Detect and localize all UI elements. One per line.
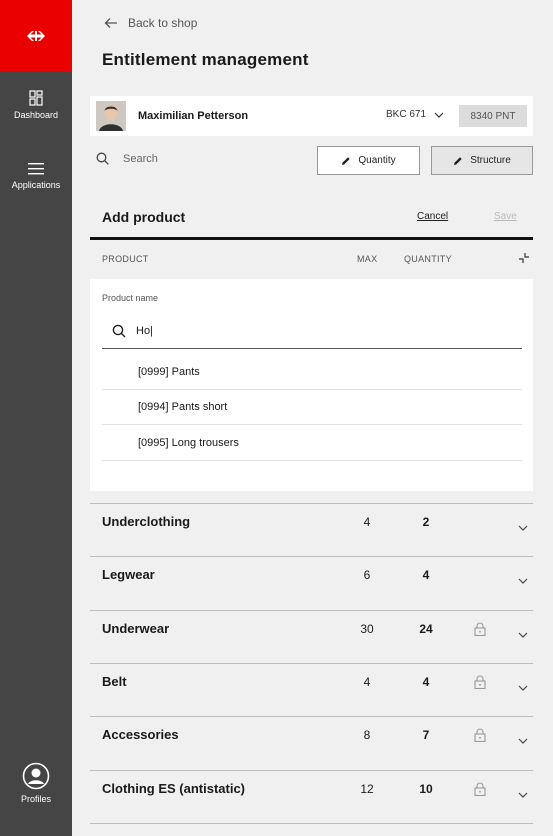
chevron-down-icon: [518, 738, 528, 744]
category-row[interactable]: Clothing ES (antistatic) 12 10: [90, 770, 533, 823]
category-max: 8: [363, 728, 371, 742]
avatar-image: [96, 101, 126, 131]
back-link-label: Back to shop: [128, 16, 198, 30]
category-row[interactable]: Underwear 30 24: [90, 610, 533, 663]
lock-indicator: [474, 675, 486, 694]
lock-indicator: [474, 728, 486, 747]
suggestion-item[interactable]: [0995] Long trousers: [102, 426, 522, 461]
lock-icon: [474, 728, 486, 743]
user-name: Maximilian Petterson: [138, 110, 249, 122]
lock-icon: [474, 782, 486, 797]
expand-toggle[interactable]: [518, 571, 528, 589]
category-row[interactable]: Belt 4 4: [90, 663, 533, 716]
structure-button[interactable]: Structure: [431, 146, 533, 175]
lock-indicator: [474, 622, 486, 641]
expand-toggle[interactable]: [518, 518, 528, 536]
category-name: Clothing ES (antistatic): [102, 781, 245, 796]
back-link[interactable]: Back to shop: [104, 16, 197, 30]
sidebar-item-label: Profiles: [20, 794, 51, 804]
category-row[interactable]: Legwear 6 4: [90, 556, 533, 609]
product-search-panel: Product name Ho| [0999] Pants [0994] Pan…: [90, 279, 533, 491]
category-name: Belt: [102, 674, 127, 689]
category-quantity: 4: [422, 675, 430, 689]
expand-toggle[interactable]: [518, 625, 528, 643]
chevron-down-icon: [518, 632, 528, 638]
structure-button-label: Structure: [470, 155, 511, 166]
pencil-icon: [454, 156, 462, 165]
lock-indicator: [474, 782, 486, 801]
category-name: Underclothing: [102, 514, 191, 529]
expand-toggle[interactable]: [518, 731, 528, 749]
category-row[interactable]: Accessories 8 7: [90, 716, 533, 769]
page-title: Entitlement management: [102, 50, 309, 69]
category-max: 4: [363, 675, 371, 689]
category-quantity: 4: [422, 568, 430, 582]
menu-icon: [28, 163, 44, 175]
table-header: PRODUCT MAX QUANTITY: [90, 248, 533, 270]
dashboard-icon: [29, 90, 43, 106]
column-header-max: MAX: [357, 254, 378, 264]
category-max: 12: [360, 782, 374, 796]
panel-title: Add product: [102, 209, 186, 225]
search-icon: [96, 152, 109, 165]
chevron-down-icon: [518, 578, 528, 584]
sidebar-item-dashboard[interactable]: Dashboard: [0, 90, 72, 120]
column-header-quantity: QUANTITY: [404, 254, 452, 264]
quantity-button-label: Quantity: [358, 155, 396, 166]
panel-header: Add product Cancel Save: [90, 198, 533, 240]
cost-center-value: BKC 671: [386, 109, 427, 120]
user-card: Maximilian Petterson BKC 671 8340 PNT: [90, 96, 533, 136]
sidebar-item-label: Dashboard: [13, 110, 59, 120]
expand-toggle[interactable]: [518, 785, 528, 803]
category-row[interactable]: Underclothing 4 2: [90, 503, 533, 556]
category-name: Accessories: [102, 727, 179, 742]
avatar: [96, 101, 126, 131]
category-max: 4: [363, 515, 371, 529]
product-name-label: Product name: [102, 293, 159, 303]
main-content: Back to shop Entitlement management Maxi…: [72, 0, 553, 836]
lock-icon: [474, 675, 486, 690]
category-quantity: 7: [422, 728, 430, 742]
category-name: Underwear: [102, 621, 170, 636]
sidebar-item-label: Applications: [11, 180, 61, 190]
expand-toggle[interactable]: [518, 678, 528, 696]
category-max: 30: [360, 622, 374, 636]
category-quantity: 2: [422, 515, 430, 529]
search-field[interactable]: Search: [96, 152, 158, 165]
save-link[interactable]: Save: [494, 211, 517, 222]
suggestion-item[interactable]: [0999] Pants: [102, 355, 522, 390]
pencil-icon: [342, 156, 351, 165]
user-circle-icon: [22, 762, 50, 790]
product-name-input[interactable]: Ho|: [102, 313, 522, 349]
arrow-left-icon: [104, 18, 117, 28]
chevron-down-icon: [434, 112, 444, 118]
search-placeholder: Search: [123, 152, 158, 165]
cost-center-select[interactable]: BKC 671: [386, 109, 444, 120]
points-badge: 8340 PNT: [459, 105, 527, 127]
sidebar-item-profiles[interactable]: Profiles: [0, 762, 72, 804]
search-icon: [112, 324, 126, 337]
collapse-icon[interactable]: [518, 252, 530, 264]
sidebar: Dashboard Applications Profiles: [0, 0, 72, 836]
product-name-value: Ho|: [136, 324, 153, 337]
category-quantity: 24: [419, 622, 433, 636]
suggestion-item[interactable]: [0994] Pants short: [102, 390, 522, 425]
chevron-down-icon: [518, 792, 528, 798]
column-header-product: PRODUCT: [102, 254, 149, 264]
chevron-down-icon: [518, 685, 528, 691]
category-row[interactable]: [90, 823, 533, 836]
sbb-logo-icon: [27, 31, 45, 41]
category-max: 6: [363, 568, 371, 582]
lock-icon: [474, 622, 486, 637]
category-name: Legwear: [102, 567, 155, 582]
quantity-button[interactable]: Quantity: [317, 146, 420, 175]
sidebar-item-applications[interactable]: Applications: [0, 162, 72, 190]
category-quantity: 10: [419, 782, 433, 796]
cancel-link[interactable]: Cancel: [417, 211, 448, 222]
sbb-logo[interactable]: [0, 0, 72, 72]
chevron-down-icon: [518, 525, 528, 531]
